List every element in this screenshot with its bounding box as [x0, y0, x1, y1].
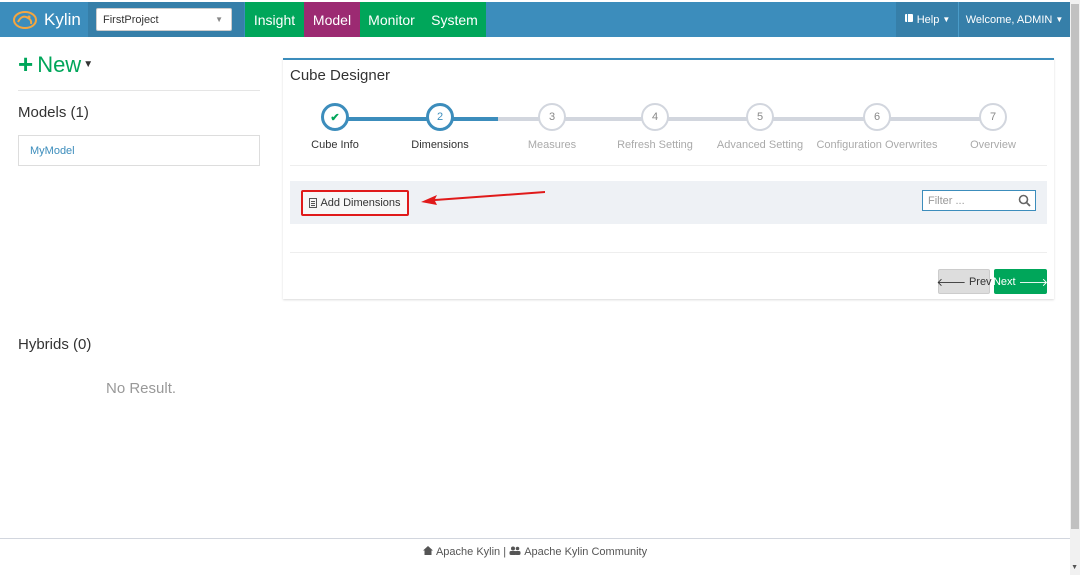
- tab-monitor[interactable]: Monitor: [360, 2, 423, 37]
- step-circle: 6: [863, 103, 891, 131]
- tab-system[interactable]: System: [423, 2, 486, 37]
- footer-link-community[interactable]: Apache Kylin Community: [524, 546, 647, 558]
- caret-down-icon: ▼: [942, 15, 951, 24]
- caret-down-icon: ▼: [1055, 15, 1064, 24]
- brand-name: Kylin: [44, 9, 81, 29]
- step-label: Refresh Setting: [617, 139, 693, 151]
- caret-down-icon: ▼: [83, 59, 94, 70]
- book-icon: [904, 13, 914, 26]
- page-scrollbar[interactable]: ▼: [1070, 0, 1080, 575]
- document-icon: [309, 198, 318, 208]
- panel-title: Cube Designer: [290, 67, 391, 84]
- step-circle: 5: [746, 103, 774, 131]
- footer-separator: |: [503, 546, 507, 559]
- step-label: Overview: [970, 139, 1016, 151]
- page: Kylin FirstProject ▼ Insight Model Monit…: [0, 0, 1080, 575]
- scroll-down-arrow-icon[interactable]: ▼: [1071, 564, 1078, 571]
- step-measures[interactable]: 3 Measures: [492, 103, 612, 151]
- check-icon: ✔: [330, 111, 340, 124]
- model-list-item[interactable]: MyModel: [18, 135, 260, 166]
- tab-insight[interactable]: Insight: [245, 2, 304, 37]
- step-circle: 7: [979, 103, 1007, 131]
- tab-model[interactable]: Model: [304, 2, 360, 37]
- scrollbar-thumb[interactable]: [1071, 4, 1079, 529]
- wizard-steps: ✔ Cube Info 2 Dimensions 3 Measures 4 Re…: [283, 103, 1054, 158]
- user-menu[interactable]: Welcome, ADMIN ▼: [958, 2, 1070, 37]
- arrow-left-icon: 🡐: [936, 276, 966, 289]
- help-menu[interactable]: Help ▼: [896, 2, 958, 37]
- new-button[interactable]: + New ▼: [18, 49, 93, 80]
- filter-placeholder: Filter ...: [928, 194, 965, 207]
- brand[interactable]: Kylin: [0, 2, 88, 37]
- step-overview[interactable]: 7 Overview: [933, 103, 1053, 151]
- filter-input[interactable]: Filter ...: [922, 190, 1036, 211]
- navbar-right: Help ▼ Welcome, ADMIN ▼: [896, 2, 1070, 37]
- user-label: Welcome, ADMIN: [965, 13, 1053, 26]
- hybrids-heading: Hybrids (0): [18, 336, 92, 353]
- step-configuration-overwrites[interactable]: 6 Configuration Overwrites: [816, 103, 938, 151]
- step-label: Configuration Overwrites: [816, 139, 938, 151]
- step-cube-info[interactable]: ✔ Cube Info: [275, 103, 395, 151]
- step-label: Advanced Setting: [716, 139, 804, 151]
- step-circle: 3: [538, 103, 566, 131]
- users-icon: [509, 546, 524, 558]
- main-nav-tabs: Insight Model Monitor System: [245, 2, 486, 37]
- cube-designer-panel: Cube Designer ✔ Cube Info 2 Dimensions 3…: [283, 58, 1054, 299]
- panel-divider: [290, 252, 1047, 253]
- new-label: New: [37, 51, 82, 77]
- kylin-logo-icon: [12, 10, 38, 30]
- footer-divider: [0, 538, 1070, 539]
- project-select-value: FirstProject: [103, 13, 159, 26]
- next-button[interactable]: Next 🡒: [992, 269, 1049, 294]
- prev-button[interactable]: 🡐 Prev: [936, 269, 992, 294]
- step-refresh-setting[interactable]: 4 Refresh Setting: [595, 103, 715, 151]
- home-icon: [422, 546, 436, 558]
- navbar-spacer: [486, 2, 896, 37]
- step-advanced-setting[interactable]: 5 Advanced Setting: [700, 103, 820, 151]
- step-label: Cube Info: [311, 139, 359, 151]
- step-circle: 4: [641, 103, 669, 131]
- prev-label: Prev: [968, 275, 992, 288]
- add-dimensions-label: Add Dimensions: [320, 197, 401, 209]
- step-label: Measures: [527, 139, 577, 151]
- top-navbar: Kylin FirstProject ▼ Insight Model Monit…: [0, 2, 1070, 37]
- step-circle: 2: [426, 103, 454, 131]
- dimensions-toolbar: Add Dimensions Filter ...: [290, 181, 1047, 224]
- step-circle: ✔: [321, 103, 349, 131]
- arrow-right-icon: 🡒: [1018, 276, 1049, 289]
- step-dimensions[interactable]: 2 Dimensions: [380, 103, 500, 151]
- plus-icon: +: [18, 49, 34, 79]
- add-dimensions-button[interactable]: Add Dimensions: [301, 190, 409, 216]
- search-icon: [1018, 194, 1031, 210]
- panel-divider: [290, 165, 1047, 166]
- models-heading: Models (1): [18, 104, 89, 121]
- project-select[interactable]: FirstProject ▼: [96, 8, 232, 31]
- footer-link-kylin[interactable]: Apache Kylin: [436, 546, 500, 558]
- project-selector-wrap: FirstProject ▼: [88, 2, 244, 37]
- chevron-down-icon: ▼: [215, 15, 223, 24]
- help-label: Help: [916, 13, 940, 26]
- annotation-arrow: [421, 191, 545, 205]
- sidebar-divider: [18, 90, 260, 91]
- step-label: Dimensions: [411, 139, 469, 151]
- next-label: Next: [992, 275, 1016, 288]
- footer: Apache Kylin | Apache Kylin Community: [0, 546, 1070, 558]
- no-result-text: No Result.: [106, 380, 177, 397]
